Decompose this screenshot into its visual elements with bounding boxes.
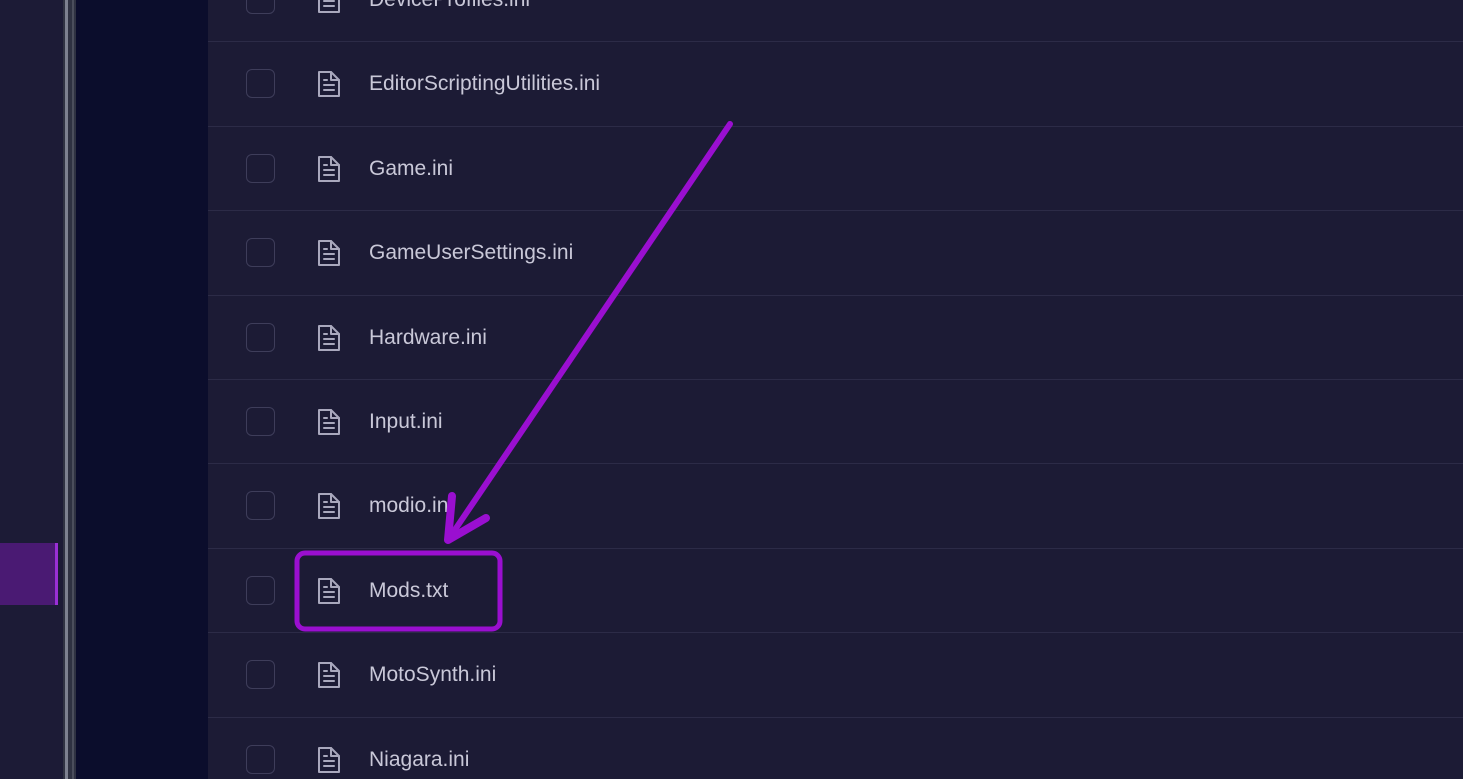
file-row[interactable]: EditorScriptingUtilities.ini xyxy=(208,42,1463,127)
sidebar-active-item[interactable] xyxy=(0,543,55,605)
file-icon xyxy=(318,71,340,98)
file-row[interactable]: Hardware.ini xyxy=(208,296,1463,380)
file-row[interactable]: MotoSynth.ini xyxy=(208,633,1463,718)
file-name: EditorScriptingUtilities.ini xyxy=(369,72,601,96)
file-name: GameUserSettings.ini xyxy=(369,241,574,265)
file-row[interactable]: Input.ini xyxy=(208,380,1463,465)
file-icon xyxy=(318,240,340,267)
file-checkbox[interactable] xyxy=(246,491,275,521)
file-checkbox[interactable] xyxy=(246,238,275,268)
file-checkbox[interactable] xyxy=(246,153,275,183)
file-icon xyxy=(318,408,340,435)
file-name: Hardware.ini xyxy=(369,325,487,349)
file-checkbox[interactable] xyxy=(246,406,275,436)
file-checkbox[interactable] xyxy=(246,69,275,99)
left-sidebar xyxy=(0,0,63,779)
file-row-highlighted[interactable]: Mods.txt xyxy=(208,549,1463,634)
file-checkbox[interactable] xyxy=(246,0,275,14)
file-name: Input.ini xyxy=(369,409,443,433)
file-name: modio.ini xyxy=(369,494,454,518)
file-name: Niagara.ini xyxy=(369,747,470,771)
file-checkbox[interactable] xyxy=(246,575,275,605)
app-root: DeviceProfiles.ini EditorScriptingUtilit… xyxy=(0,0,1463,779)
file-row[interactable]: Niagara.ini xyxy=(208,718,1463,779)
file-checkbox[interactable] xyxy=(246,744,275,774)
file-name: DeviceProfiles.ini xyxy=(369,0,530,13)
file-row[interactable]: DeviceProfiles.ini xyxy=(208,0,1463,43)
file-icon xyxy=(318,155,340,182)
panel-resize-handle[interactable] xyxy=(63,0,76,779)
file-row[interactable]: GameUserSettings.ini xyxy=(208,211,1463,296)
secondary-panel xyxy=(76,0,208,779)
file-list: DeviceProfiles.ini EditorScriptingUtilit… xyxy=(208,0,1463,779)
file-icon xyxy=(318,324,340,351)
file-name: Game.ini xyxy=(369,156,454,180)
file-row[interactable]: modio.ini xyxy=(208,464,1463,549)
file-row[interactable]: Game.ini xyxy=(208,127,1463,212)
file-name: Mods.txt xyxy=(369,578,449,602)
file-checkbox[interactable] xyxy=(246,322,275,352)
file-checkbox[interactable] xyxy=(246,660,275,690)
file-name: MotoSynth.ini xyxy=(369,663,497,687)
file-icon xyxy=(318,493,340,520)
file-icon xyxy=(318,577,340,604)
file-icon xyxy=(318,0,340,13)
sidebar-active-indicator xyxy=(55,543,58,605)
file-icon xyxy=(318,746,340,773)
file-icon xyxy=(318,662,340,689)
